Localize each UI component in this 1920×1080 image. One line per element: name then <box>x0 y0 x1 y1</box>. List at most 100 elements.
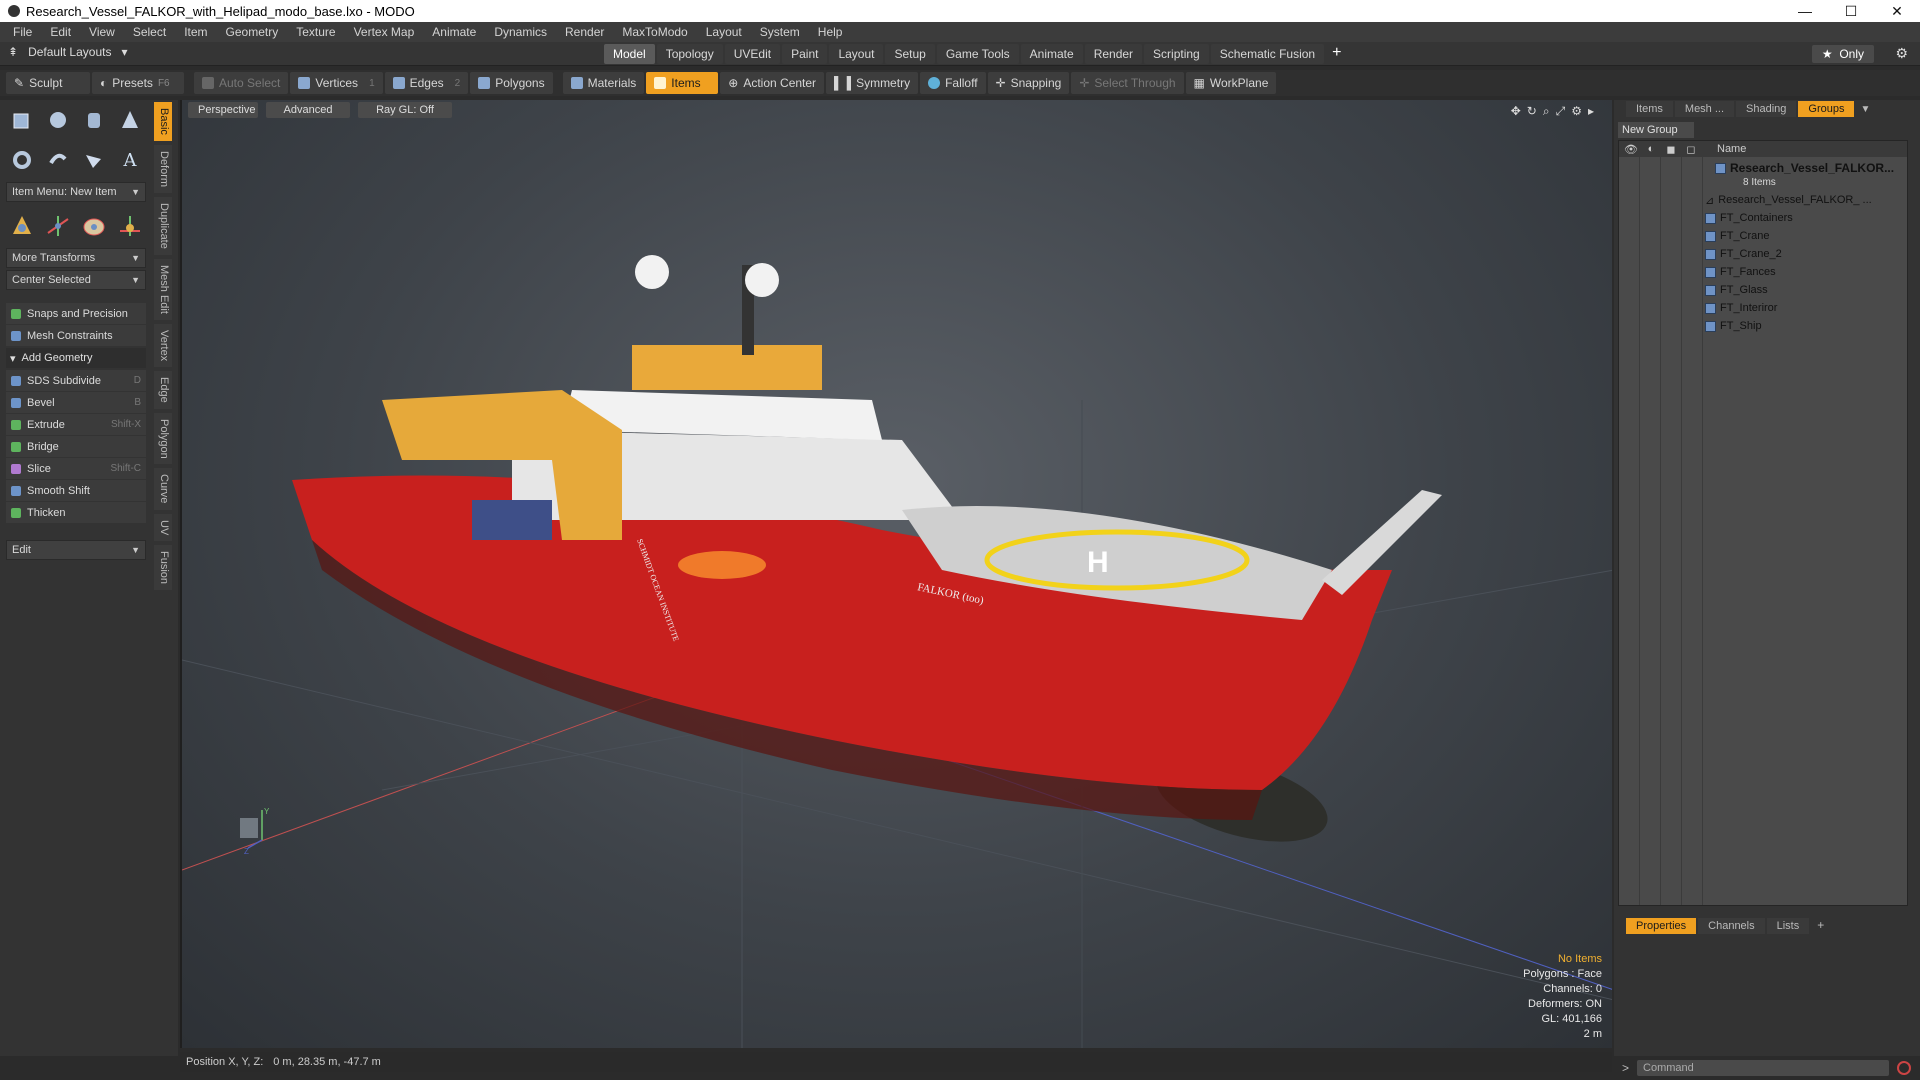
tab-groups[interactable]: Groups <box>1798 101 1855 117</box>
menu-layout[interactable]: Layout <box>697 25 751 39</box>
vtab-deform[interactable]: Deform <box>154 144 172 193</box>
zoom-icon[interactable]: ⌕ <box>1543 104 1550 119</box>
text-tool-icon[interactable]: A <box>116 146 144 174</box>
group-child-row[interactable]: FT_Crane_2 <box>1705 245 1782 263</box>
default-layouts-dropdown[interactable]: ⇞ Default Layouts ▾ <box>8 45 127 59</box>
cone-primitive-icon[interactable] <box>116 106 144 134</box>
menu-edit[interactable]: Edit <box>41 25 80 39</box>
group-row-root[interactable]: Research_Vessel_FALKOR... <box>1715 159 1894 177</box>
menu-dynamics[interactable]: Dynamics <box>485 25 556 39</box>
select-through-button[interactable]: ✛ Select Through <box>1071 72 1184 94</box>
menu-animate[interactable]: Animate <box>423 25 485 39</box>
maximize-button[interactable]: ☐ <box>1828 0 1874 22</box>
close-button[interactable]: ✕ <box>1874 0 1920 22</box>
sphere-primitive-icon[interactable] <box>44 106 72 134</box>
sds-subdivide-button[interactable]: SDS Subdivide D <box>6 370 146 391</box>
more-transforms-dropdown[interactable]: More Transforms ▼ <box>6 248 146 268</box>
edges-button[interactable]: Edges 2 <box>384 72 469 94</box>
tab-schematic-fusion[interactable]: Schematic Fusion <box>1210 44 1325 64</box>
rotate-tool-icon[interactable] <box>44 212 72 240</box>
extrude-button[interactable]: Extrude Shift-X <box>6 414 146 435</box>
group-child-row[interactable]: FT_Ship <box>1705 317 1762 335</box>
vtab-curve[interactable]: Curve <box>154 468 172 510</box>
edit-dropdown[interactable]: Edit ▼ <box>6 540 146 560</box>
group-child-row[interactable]: FT_Interiror <box>1705 299 1777 317</box>
move-tool-icon[interactable] <box>8 212 36 240</box>
materials-button[interactable]: Materials <box>562 72 645 94</box>
viewport-gear-icon[interactable]: ⚙ <box>1571 104 1582 119</box>
menu-maxtomodo[interactable]: MaxToModo <box>613 25 696 39</box>
slice-button[interactable]: Slice Shift-C <box>6 458 146 479</box>
fit-icon[interactable]: ⤢ <box>1556 104 1566 119</box>
vtab-mesh-edit[interactable]: Mesh Edit <box>154 258 172 320</box>
menu-view[interactable]: View <box>80 25 124 39</box>
select-icon[interactable]: ◻ <box>1683 143 1699 156</box>
thicken-button[interactable]: Thicken <box>6 502 146 523</box>
vtab-duplicate[interactable]: Duplicate <box>154 196 172 255</box>
tab-animate[interactable]: Animate <box>1020 44 1083 64</box>
3d-viewport[interactable]: H FALKOR (too) SCHMIDT OCEAN INSTITUTE Y… <box>180 100 1612 1048</box>
visibility-eye-icon[interactable]: 👁 <box>1623 143 1639 156</box>
minimize-button[interactable]: — <box>1782 0 1828 22</box>
bevel-button[interactable]: Bevel B <box>6 392 146 413</box>
tab-items[interactable]: Items <box>1626 101 1673 117</box>
tab-scripting[interactable]: Scripting <box>1144 44 1209 64</box>
tab-model[interactable]: Model <box>604 44 655 64</box>
expand-arrow-icon[interactable]: ▸ <box>1588 104 1594 119</box>
snapping-button[interactable]: ✛ Snapping <box>987 72 1070 94</box>
tab-layout[interactable]: Layout <box>829 44 884 64</box>
chevron-down-icon[interactable]: ▼ <box>1860 104 1870 115</box>
menu-texture[interactable]: Texture <box>287 25 344 39</box>
only-toggle[interactable]: ★ Only <box>1811 45 1874 63</box>
menu-file[interactable]: File <box>4 25 41 39</box>
tab-channels[interactable]: Channels <box>1698 918 1765 934</box>
item-menu-dropdown[interactable]: Item Menu: New Item ▼ <box>6 182 146 202</box>
name-column-header[interactable]: Name <box>1701 143 1746 155</box>
perspective-dropdown[interactable]: Perspective <box>188 102 258 118</box>
tab-setup[interactable]: Setup <box>885 44 935 64</box>
items-button[interactable]: Items <box>646 72 719 94</box>
vtab-uv[interactable]: UV <box>154 513 172 542</box>
render-icon[interactable]: ◐ <box>1643 143 1659 156</box>
tab-shading[interactable]: Shading <box>1736 101 1797 117</box>
presets-button[interactable]: ◐ Presets F6 <box>92 72 184 94</box>
tab-paint[interactable]: Paint <box>782 44 828 64</box>
advanced-dropdown[interactable]: Advanced <box>266 102 350 118</box>
vtab-edge[interactable]: Edge <box>154 370 172 409</box>
tab-uvedit[interactable]: UVEdit <box>724 44 781 64</box>
tab-lists[interactable]: Lists <box>1766 918 1810 934</box>
workplane-button[interactable]: ▦ WorkPlane <box>1185 72 1277 94</box>
add-tab-icon[interactable]: + <box>1326 44 1347 64</box>
tab-render[interactable]: Render <box>1084 44 1143 64</box>
cube-primitive-icon[interactable] <box>8 106 36 134</box>
menu-system[interactable]: System <box>751 25 809 39</box>
snaps-precision-button[interactable]: Snaps and Precision <box>6 303 146 324</box>
menu-help[interactable]: Help <box>809 25 852 39</box>
group-child-row[interactable]: FT_Glass <box>1705 281 1768 299</box>
add-tab-icon[interactable]: + <box>1817 918 1824 934</box>
tab-mesh[interactable]: Mesh ... <box>1674 101 1735 117</box>
smooth-shift-button[interactable]: Smooth Shift <box>6 480 146 501</box>
vtab-vertex[interactable]: Vertex <box>154 323 172 367</box>
tab-topology[interactable]: Topology <box>656 44 723 64</box>
vtab-polygon[interactable]: Polygon <box>154 412 172 465</box>
mesh-constraints-button[interactable]: Mesh Constraints <box>6 325 146 346</box>
capsule-primitive-icon[interactable] <box>44 146 72 174</box>
scale-tool-icon[interactable] <box>80 212 108 240</box>
polygons-button[interactable]: Polygons <box>470 72 553 94</box>
transform-tool-icon[interactable] <box>116 212 144 240</box>
group-child-row[interactable]: ⊿ Research_Vessel_FALKOR_ ... <box>1705 191 1872 209</box>
action-center-button[interactable]: ⊕ Action Center <box>720 72 825 94</box>
menu-item[interactable]: Item <box>175 25 216 39</box>
stop-icon[interactable] <box>1897 1061 1912 1075</box>
group-child-row[interactable]: FT_Crane <box>1705 227 1770 245</box>
add-geometry-section[interactable]: ▾ Add Geometry <box>6 348 146 368</box>
command-input[interactable]: Command <box>1637 1060 1890 1076</box>
group-child-row[interactable]: FT_Containers <box>1705 209 1793 227</box>
gear-icon[interactable]: ⚙ <box>1895 45 1908 62</box>
tab-properties[interactable]: Properties <box>1626 918 1697 934</box>
lock-icon[interactable]: ◼ <box>1663 143 1679 156</box>
group-child-row[interactable]: FT_Fances <box>1705 263 1776 281</box>
new-group-button[interactable]: New Group <box>1618 122 1694 138</box>
raygl-dropdown[interactable]: Ray GL: Off <box>358 102 452 118</box>
